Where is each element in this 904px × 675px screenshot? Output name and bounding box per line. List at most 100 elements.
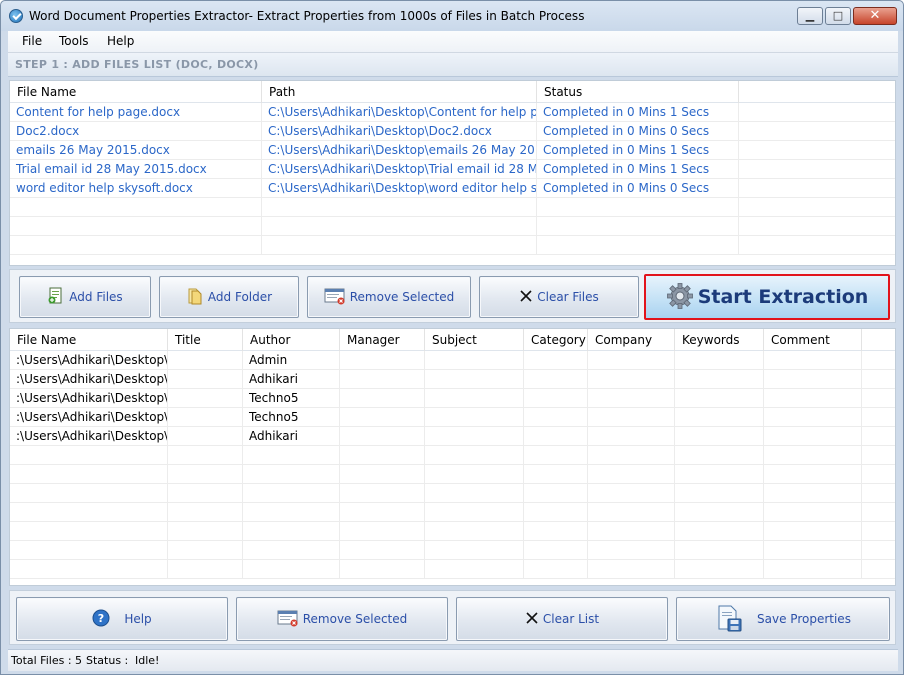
cell-name: Content for help page.docx <box>10 103 262 122</box>
clear-list-label: Clear List <box>542 612 600 626</box>
cell-empty <box>862 427 895 446</box>
save-properties-label: Save Properties <box>757 612 851 626</box>
add-files-icon <box>47 287 65 308</box>
column-header-keywords[interactable]: Keywords <box>675 329 764 351</box>
cell-empty <box>168 446 243 465</box>
cell-empty <box>340 541 425 560</box>
empty-table-row <box>10 503 895 522</box>
files-grid[interactable]: File Name Path Status Content for help p… <box>9 80 896 266</box>
close-button[interactable]: ✕ <box>853 7 897 25</box>
column-header-author[interactable]: Author <box>243 329 340 351</box>
menu-bar: File Tools Help <box>8 31 898 53</box>
cell-empty <box>588 560 675 579</box>
cell-empty <box>425 522 524 541</box>
cell-empty <box>243 446 340 465</box>
column-header-manager[interactable]: Manager <box>340 329 425 351</box>
cell-status: Completed in 0 Mins 1 Secs <box>537 141 739 160</box>
table-row[interactable]: Content for help page.docx C:\Users\Adhik… <box>10 103 895 122</box>
cell-empty <box>862 351 895 370</box>
cell-empty <box>862 503 895 522</box>
cell-empty <box>10 522 168 541</box>
cell-empty <box>675 408 764 427</box>
cell-name: Doc2.docx <box>10 122 262 141</box>
empty-table-row <box>10 217 895 236</box>
cell-empty <box>764 351 862 370</box>
table-row[interactable]: :\Users\Adhikari\Desktop\... Admin <box>10 351 895 370</box>
column-header-path[interactable]: Path <box>262 81 537 103</box>
cell-empty <box>675 560 764 579</box>
app-window: Word Document Properties Extractor- Extr… <box>0 0 904 675</box>
remove-icon <box>277 609 299 630</box>
properties-grid[interactable]: File Name Title Author Manager Subject C… <box>9 328 896 586</box>
cell-empty <box>10 198 262 217</box>
column-header-category[interactable]: Category <box>524 329 588 351</box>
cell-empty <box>340 465 425 484</box>
title-bar[interactable]: Word Document Properties Extractor- Extr… <box>1 1 903 31</box>
cell-empty <box>675 427 764 446</box>
menu-help[interactable]: Help <box>107 34 134 48</box>
cell-path: C:\Users\Adhikari\Desktop\Content for he… <box>262 103 537 122</box>
cell-empty <box>675 541 764 560</box>
step-header: STEP 1 : ADD FILES LIST (DOC, DOCX) <box>8 53 898 77</box>
menu-file[interactable]: File <box>22 34 42 48</box>
window-controls: ▁ □ ✕ <box>797 7 897 25</box>
table-row[interactable]: Doc2.docx C:\Users\Adhikari\Desktop\Doc2.… <box>10 122 895 141</box>
clear-icon <box>525 611 539 628</box>
cell-empty <box>168 351 243 370</box>
cell-empty <box>425 560 524 579</box>
cell-empty <box>10 446 168 465</box>
column-header-title[interactable]: Title <box>168 329 243 351</box>
minimize-button[interactable]: ▁ <box>797 7 823 25</box>
cell-empty <box>340 389 425 408</box>
cell-empty <box>262 236 537 255</box>
table-row[interactable]: :\Users\Adhikari\Desktop\... Adhikari <box>10 427 895 446</box>
cell-empty <box>537 198 739 217</box>
start-extraction-button[interactable]: Start Extraction <box>644 274 890 320</box>
column-header-status[interactable]: Status <box>537 81 739 103</box>
cell-empty <box>524 427 588 446</box>
help-icon: ? <box>92 609 110 630</box>
remove-selected-properties-label: Remove Selected <box>302 612 408 626</box>
table-row[interactable]: word editor help skysoft.docx C:\Users\Ad… <box>10 179 895 198</box>
column-header-company[interactable]: Company <box>588 329 675 351</box>
cell-path: C:\Users\Adhikari\Desktop\Doc2.docx <box>262 122 537 141</box>
cell-empty <box>862 560 895 579</box>
cell-empty <box>764 427 862 446</box>
clear-list-button[interactable]: Clear List <box>456 597 668 641</box>
cell-path: C:\Users\Adhikari\Desktop\word editor he… <box>262 179 537 198</box>
cell-empty <box>524 560 588 579</box>
maximize-icon: □ <box>832 9 844 22</box>
clear-files-button[interactable]: Clear Files <box>479 276 639 318</box>
cell-empty <box>425 503 524 522</box>
table-row[interactable]: :\Users\Adhikari\Desktop\... Techno5 <box>10 408 895 427</box>
cell-empty <box>764 560 862 579</box>
column-header-file-name[interactable]: File Name <box>10 329 168 351</box>
table-row[interactable]: emails 26 May 2015.docx C:\Users\Adhikari… <box>10 141 895 160</box>
table-row[interactable]: :\Users\Adhikari\Desktop\... Techno5 <box>10 389 895 408</box>
cell-empty <box>243 465 340 484</box>
table-row[interactable]: Trial email id 28 May 2015.docx C:\Users\… <box>10 160 895 179</box>
column-header-empty <box>739 81 895 103</box>
column-header-file-name[interactable]: File Name <box>10 81 262 103</box>
cell-empty <box>739 217 895 236</box>
maximize-button[interactable]: □ <box>825 7 851 25</box>
menu-tools[interactable]: Tools <box>59 34 89 48</box>
column-header-comment[interactable]: Comment <box>764 329 862 351</box>
remove-selected-button[interactable]: Remove Selected <box>307 276 471 318</box>
cell-empty <box>262 198 537 217</box>
save-properties-button[interactable]: Save Properties <box>676 597 890 641</box>
cell-author: Adhikari <box>243 370 340 389</box>
add-folder-button[interactable]: Add Folder <box>159 276 299 318</box>
status-bar: Total Files : 5 Status : Idle! <box>8 649 898 671</box>
add-files-button[interactable]: Add Files <box>19 276 151 318</box>
remove-selected-properties-button[interactable]: Remove Selected <box>236 597 448 641</box>
cell-file: :\Users\Adhikari\Desktop\... <box>10 389 168 408</box>
column-header-subject[interactable]: Subject <box>425 329 524 351</box>
table-row[interactable]: :\Users\Adhikari\Desktop\... Adhikari <box>10 370 895 389</box>
help-button[interactable]: ? Help <box>16 597 228 641</box>
cell-empty <box>739 103 895 122</box>
cell-empty <box>524 408 588 427</box>
cell-empty <box>524 522 588 541</box>
cell-empty <box>262 217 537 236</box>
empty-table-row <box>10 446 895 465</box>
